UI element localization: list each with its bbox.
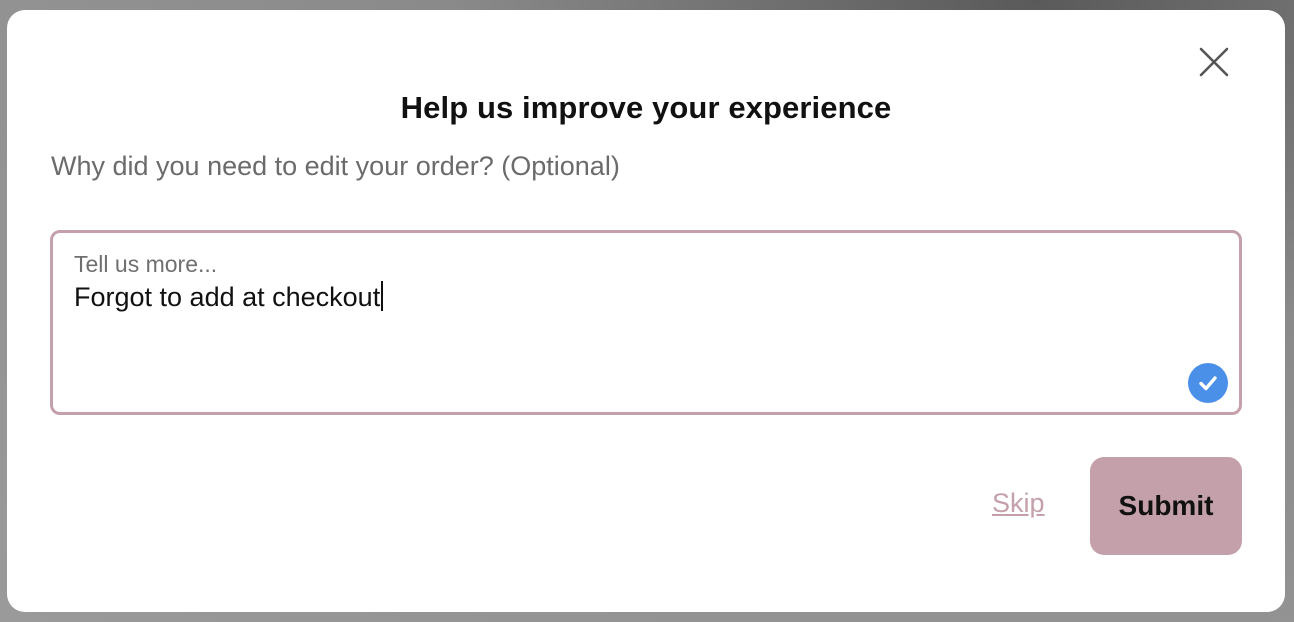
submit-button[interactable]: Submit [1090,457,1242,555]
close-button[interactable] [1198,46,1230,78]
textarea-floating-label: Tell us more... [74,251,218,277]
textarea-value-line: Forgot to add at checkout [74,281,384,313]
question-label: Why did you need to edit your order? (Op… [51,151,620,181]
feedback-dialog: Help us improve your experience Why did … [7,10,1285,612]
text-caret [381,281,384,311]
close-icon [1199,47,1229,77]
skip-link[interactable]: Skip [992,488,1045,519]
valid-check-badge [1188,363,1228,403]
dialog-title: Help us improve your experience [400,90,892,125]
feedback-textarea[interactable]: Tell us more... Forgot to add at checkou… [50,230,1242,415]
textarea-value: Forgot to add at checkout [74,282,381,312]
checkmark-icon [1199,376,1217,391]
